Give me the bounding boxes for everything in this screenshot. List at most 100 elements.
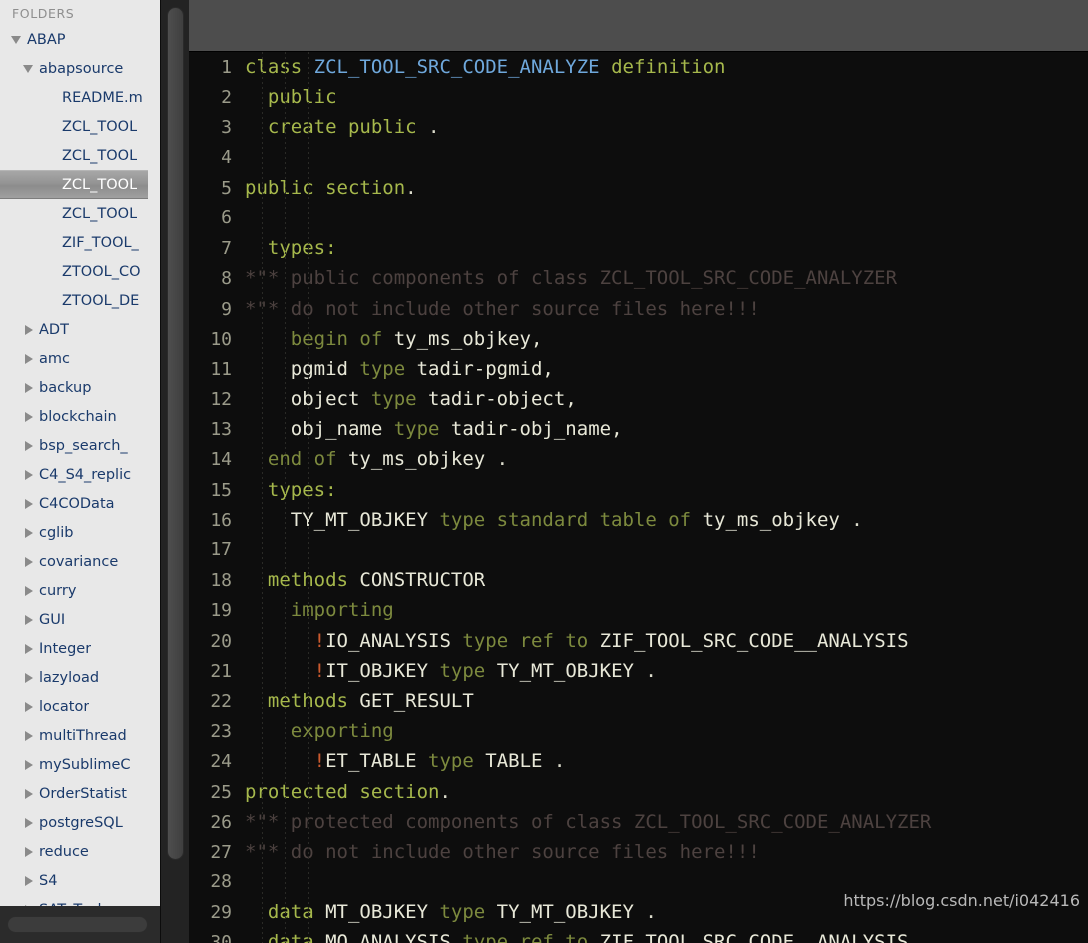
code-line[interactable]: 22 methods GET_RESULT bbox=[189, 686, 1088, 716]
tree-item-c4-s4-replic[interactable]: C4_S4_replic bbox=[0, 460, 148, 489]
tree-item-s4[interactable]: S4 bbox=[0, 866, 148, 895]
editor-tab-bar[interactable] bbox=[189, 0, 1088, 52]
chevron-right-icon[interactable] bbox=[22, 817, 35, 828]
tree-item-zif-tool[interactable]: ZIF_TOOL_ bbox=[0, 228, 148, 257]
code-line[interactable]: 6 bbox=[189, 203, 1088, 233]
code-line[interactable]: 19 importing bbox=[189, 595, 1088, 625]
tree-item-postgresql[interactable]: postgreSQL bbox=[0, 808, 148, 837]
chevron-right-icon[interactable] bbox=[22, 614, 35, 625]
code-line[interactable]: 20 !IO_ANALYSIS type ref to ZIF_TOOL_SRC… bbox=[189, 626, 1088, 656]
tree-item-ztool-co[interactable]: ZTOOL_CO bbox=[0, 257, 148, 286]
sidebar-vertical-scrollbar[interactable] bbox=[160, 0, 189, 943]
code-token-kw: methods bbox=[245, 689, 360, 712]
tree-item-lazyload[interactable]: lazyload bbox=[0, 663, 148, 692]
chevron-right-icon[interactable] bbox=[22, 730, 35, 741]
code-token-id bbox=[245, 630, 314, 652]
tree-item-reduce[interactable]: reduce bbox=[0, 837, 148, 866]
tree-item-bsp-search[interactable]: bsp_search_ bbox=[0, 431, 148, 460]
sidebar-vertical-scroll-thumb[interactable] bbox=[167, 7, 184, 860]
code-line[interactable]: 3 create public . bbox=[189, 112, 1088, 142]
chevron-right-icon[interactable] bbox=[22, 759, 35, 770]
tree-item-mysublimec[interactable]: mySublimeC bbox=[0, 750, 148, 779]
code-line[interactable]: 7 types: bbox=[189, 233, 1088, 263]
code-line[interactable]: 14 end of ty_ms_objkey . bbox=[189, 444, 1088, 474]
code-line[interactable]: 30 data MO_ANALYSIS type ref to ZIF_TOOL… bbox=[189, 927, 1088, 943]
chevron-right-icon[interactable] bbox=[22, 440, 35, 451]
tree-item-zcl-tool[interactable]: ZCL_TOOL bbox=[0, 170, 148, 199]
chevron-right-icon[interactable] bbox=[22, 527, 35, 538]
code-line[interactable]: 26 *"* protected components of class ZCL_… bbox=[189, 807, 1088, 837]
chevron-right-icon[interactable] bbox=[22, 585, 35, 596]
code-line[interactable]: 18 methods CONSTRUCTOR bbox=[189, 565, 1088, 595]
code-token-id: GET_RESULT bbox=[359, 689, 474, 712]
chevron-right-icon[interactable] bbox=[22, 382, 35, 393]
tree-item-label: README.m bbox=[62, 89, 143, 106]
code-token-id: ty_ms_objkey bbox=[702, 508, 852, 531]
code-line[interactable]: 16 TY_MT_OBJKEY type standard table of t… bbox=[189, 505, 1088, 535]
chevron-right-icon[interactable] bbox=[22, 643, 35, 654]
chevron-right-icon[interactable] bbox=[22, 846, 35, 857]
tree-item-backup[interactable]: backup bbox=[0, 373, 148, 402]
chevron-right-icon[interactable] bbox=[22, 498, 35, 509]
tree-item-curry[interactable]: curry bbox=[0, 576, 148, 605]
code-line[interactable]: 13 obj_name type tadir-obj_name, bbox=[189, 414, 1088, 444]
tree-item-abapsource[interactable]: abapsource bbox=[0, 54, 148, 83]
chevron-right-icon[interactable] bbox=[22, 411, 35, 422]
code-line[interactable]: 23 exporting bbox=[189, 716, 1088, 746]
tree-item-ztool-de[interactable]: ZTOOL_DE bbox=[0, 286, 148, 315]
code-line[interactable]: 10 begin of ty_ms_objkey, bbox=[189, 324, 1088, 354]
chevron-right-icon[interactable] bbox=[22, 875, 35, 886]
code-line[interactable]: 4 bbox=[189, 143, 1088, 173]
tree-item-label: ZCL_TOOL bbox=[62, 176, 138, 193]
chevron-right-icon[interactable] bbox=[22, 788, 35, 799]
code-line[interactable]: 8 *"* public components of class ZCL_TOOL… bbox=[189, 263, 1088, 293]
tree-item-orderstatist[interactable]: OrderStatist bbox=[0, 779, 148, 808]
tree-item-label: ZCL_TOOL bbox=[62, 118, 138, 135]
tree-item-amc[interactable]: amc bbox=[0, 344, 148, 373]
chevron-right-icon[interactable] bbox=[22, 353, 35, 364]
chevron-right-icon[interactable] bbox=[22, 672, 35, 683]
chevron-right-icon[interactable] bbox=[22, 469, 35, 480]
code-line[interactable]: 24 !ET_TABLE type TABLE . bbox=[189, 746, 1088, 776]
tree-item-label: lazyload bbox=[39, 669, 100, 686]
tree-item-integer[interactable]: Integer bbox=[0, 634, 148, 663]
code-line[interactable]: 1 class ZCL_TOOL_SRC_CODE_ANALYZE definit… bbox=[189, 52, 1088, 82]
sidebar-horizontal-scroll-thumb[interactable] bbox=[7, 916, 148, 933]
code-line[interactable]: 27 *"* do not include other source files … bbox=[189, 837, 1088, 867]
tree-item-label: GUI bbox=[39, 611, 66, 628]
tree-item-covariance[interactable]: covariance bbox=[0, 547, 148, 576]
code-line[interactable]: 12 object type tadir-object, bbox=[189, 384, 1088, 414]
chevron-right-icon[interactable] bbox=[22, 556, 35, 567]
tree-item-zcl-tool[interactable]: ZCL_TOOL bbox=[0, 112, 148, 141]
code-line[interactable]: 25 protected section. bbox=[189, 777, 1088, 807]
tree-item-multithread[interactable]: multiThread bbox=[0, 721, 148, 750]
tree-item-zcl-tool[interactable]: ZCL_TOOL bbox=[0, 141, 148, 170]
tree-item-abap[interactable]: ABAP bbox=[0, 25, 148, 54]
code-line[interactable]: 2 public bbox=[189, 82, 1088, 112]
folder-tree-list[interactable]: ABAP abapsource README.m ZCL_TOOL ZCL_TOOL ZC… bbox=[0, 25, 148, 906]
chevron-right-icon[interactable] bbox=[22, 324, 35, 335]
tree-item-sat-tool[interactable]: SAT_Tool bbox=[0, 895, 148, 906]
code-line[interactable]: 5 public section. bbox=[189, 173, 1088, 203]
sidebar-horizontal-scrollbar[interactable] bbox=[0, 906, 160, 943]
code-line[interactable]: 11 pgmid type tadir-pgmid, bbox=[189, 354, 1088, 384]
code-view[interactable]: 1 class ZCL_TOOL_SRC_CODE_ANALYZE definit… bbox=[189, 52, 1088, 943]
chevron-down-icon[interactable] bbox=[10, 35, 23, 44]
tree-item-gui[interactable]: GUI bbox=[0, 605, 148, 634]
code-line[interactable]: 21 !IT_OBJKEY type TY_MT_OBJKEY . bbox=[189, 656, 1088, 686]
chevron-down-icon[interactable] bbox=[22, 64, 35, 73]
code-line[interactable]: 17 bbox=[189, 535, 1088, 565]
line-number: 19 bbox=[210, 600, 232, 622]
code-line[interactable]: 9 *"* do not include other source files h… bbox=[189, 294, 1088, 324]
tree-item-blockchain[interactable]: blockchain bbox=[0, 402, 148, 431]
tree-item-zcl-tool[interactable]: ZCL_TOOL bbox=[0, 199, 148, 228]
code-token-punc: . bbox=[553, 750, 566, 773]
tree-item-readme-m[interactable]: README.m bbox=[0, 83, 148, 112]
tree-item-adt[interactable]: ADT bbox=[0, 315, 148, 344]
tree-item-c4codata[interactable]: C4COData bbox=[0, 489, 148, 518]
tree-item-cglib[interactable]: cglib bbox=[0, 518, 148, 547]
code-line[interactable]: 15 types: bbox=[189, 475, 1088, 505]
watermark-text: https://blog.csdn.net/i042416 bbox=[843, 890, 1080, 910]
chevron-right-icon[interactable] bbox=[22, 701, 35, 712]
tree-item-locator[interactable]: locator bbox=[0, 692, 148, 721]
